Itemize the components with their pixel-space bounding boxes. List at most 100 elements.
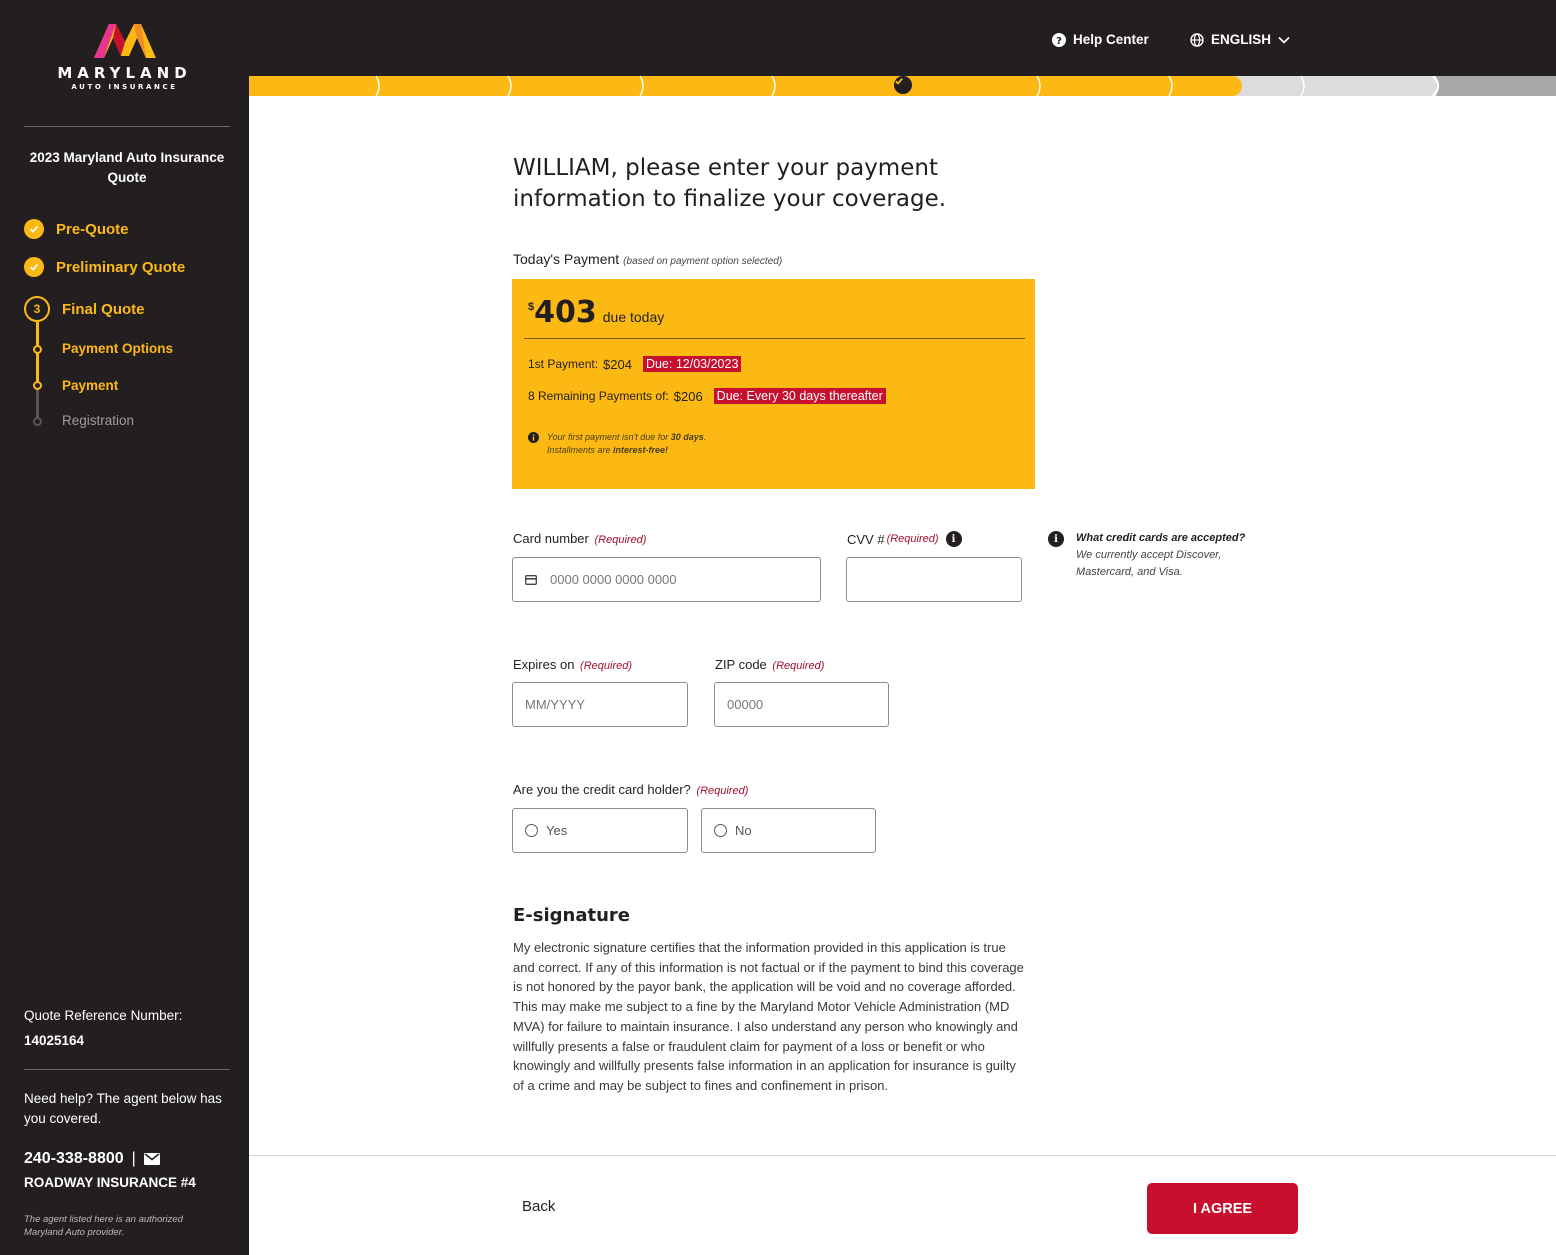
note-text: Installments are (547, 445, 614, 455)
logo-tagline: AUTO INSURANCE (71, 83, 178, 91)
footer-bar (249, 1155, 1556, 1255)
todays-payment-note: (based on payment option selected) (623, 256, 783, 267)
accepted-cards-answer: We currently accept Discover, Mastercard… (1076, 549, 1222, 578)
sidebar-divider (24, 1069, 230, 1070)
check-icon (24, 219, 44, 239)
remaining-payments-row: 8 Remaining Payments of: $206 Due: Every… (528, 388, 886, 404)
note-emphasis: 30 days (670, 432, 704, 442)
card-holder-no-option[interactable]: No (701, 808, 876, 853)
payment-summary-box: $ 403 due today 1st Payment: $204 Due: 1… (512, 279, 1035, 489)
first-payment-label: 1st Payment: (528, 357, 599, 371)
required-tag: (Required) (594, 534, 647, 546)
agent-disclaimer: The agent listed here is an authorized M… (24, 1214, 183, 1238)
check-icon (24, 257, 44, 277)
field-label-text: Are you the credit card holder? (513, 782, 691, 797)
note-emphasis: interest-free! (613, 445, 669, 455)
e-signature-text: My electronic signature certifies that t… (513, 940, 1024, 1093)
field-label-text: CVV # (847, 531, 885, 547)
amount-value: 403 (534, 295, 597, 330)
credit-card-icon (525, 574, 537, 585)
step-final-quote[interactable]: 3 Final Quote (24, 296, 145, 322)
remaining-payments-due-badge: Due: Every 30 days thereafter (713, 388, 886, 404)
todays-payment-label: Today's Payment (based on payment option … (513, 251, 782, 267)
field-label-text: Card number (513, 531, 589, 546)
substep-dot (33, 381, 42, 390)
logo-m-mark-icon (93, 24, 156, 58)
note-text: . (703, 432, 707, 442)
progress-track-active (36, 322, 39, 388)
remaining-payments-label: 8 Remaining Payments of: (528, 389, 669, 403)
amount-suffix: due today (602, 309, 665, 325)
expires-on-label: Expires on (Required) (513, 657, 632, 672)
quote-reference-number: 14025164 (24, 1033, 85, 1048)
page-title: WILLIAM, please enter your payment infor… (513, 155, 947, 212)
radio-circle-icon (714, 824, 727, 837)
zip-code-placeholder: 00000 (727, 697, 764, 712)
svg-text:?: ? (1056, 36, 1062, 47)
payment-note-line-1: Your first payment isn't due for 30 days… (547, 431, 706, 444)
required-tag: (Required) (772, 660, 825, 672)
step-pre-quote[interactable]: Pre-Quote (24, 219, 129, 239)
quote-title: 2023 Maryland Auto Insurance Quote (29, 150, 225, 185)
step-preliminary-quote[interactable]: Preliminary Quote (24, 257, 185, 277)
chevron-down-icon (1278, 36, 1290, 44)
cvv-info-icon[interactable]: i (945, 531, 962, 547)
sidebar-divider (24, 126, 230, 127)
zip-code-input[interactable]: 00000 (714, 682, 889, 727)
expires-on-input[interactable]: MM/YYYY (512, 682, 688, 727)
card-number-placeholder: 0000 0000 0000 0000 (550, 572, 677, 587)
language-label: ENGLISH (1211, 32, 1272, 47)
payment-note-line-2: Installments are interest-free! (547, 444, 706, 457)
e-signature-heading: E-signature (513, 905, 630, 926)
substep-dot (33, 345, 42, 354)
expires-on-placeholder: MM/YYYY (525, 697, 585, 712)
zip-code-label: ZIP code (Required) (715, 657, 824, 672)
step-label: Final Quote (62, 300, 145, 318)
card-number-input[interactable]: 0000 0000 0000 0000 (512, 557, 821, 602)
radio-label: Yes (546, 823, 568, 838)
help-center-label: Help Center (1073, 32, 1149, 47)
todays-payment-heading: Today's Payment (513, 251, 620, 267)
substep-payment-options[interactable]: Payment Options (62, 341, 173, 356)
top-bar: ? Help Center ENGLISH (249, 0, 1556, 76)
first-payment-row: 1st Payment: $204 Due: 12/03/2023 (528, 356, 742, 372)
quote-reference-label: Quote Reference Number: (24, 1008, 183, 1023)
step-label: Pre-Quote (56, 220, 129, 238)
agent-phone-link[interactable]: 240-338-8800 (24, 1150, 124, 1168)
step-number: 3 (24, 296, 50, 322)
accepted-cards-question: What credit cards are accepted? (1076, 532, 1246, 544)
agent-name: ROADWAY INSURANCE #4 (24, 1175, 196, 1190)
substep-payment[interactable]: Payment (62, 378, 118, 393)
remaining-payments-value: $206 (673, 388, 703, 404)
card-number-label: Card number (Required) (513, 531, 646, 546)
accepted-cards-note: i What credit cards are accepted? We cur… (1048, 530, 1276, 581)
card-holder-yes-option[interactable]: Yes (512, 808, 688, 853)
card-holder-question: Are you the credit card holder? (Require… (513, 782, 748, 797)
language-selector[interactable]: ENGLISH (1190, 32, 1290, 47)
radio-label: No (735, 823, 752, 838)
email-icon[interactable] (143, 1153, 160, 1165)
agent-separator: | (131, 1150, 136, 1167)
i-agree-button[interactable]: I AGREE (1147, 1183, 1298, 1234)
note-text: Your first payment isn't due for (547, 432, 671, 442)
sidebar: MARYLAND AUTO INSURANCE 2023 Maryland Au… (0, 0, 249, 1255)
step-label: Preliminary Quote (56, 258, 186, 276)
progress-check-icon (894, 76, 912, 94)
required-tag: (Required) (696, 785, 749, 797)
field-label-text: ZIP code (715, 657, 767, 672)
field-label-text: Expires on (513, 657, 575, 672)
agent-help-text: Need help? The agent below has you cover… (24, 1091, 222, 1126)
maryland-auto-insurance-logo[interactable]: MARYLAND AUTO INSURANCE (0, 22, 249, 91)
payment-info-note: Your first payment isn't due for 30 days… (528, 431, 706, 457)
first-payment-value: $204 (603, 356, 632, 372)
logo-wordmark: MARYLAND (57, 64, 192, 82)
agent-contact: 240-338-8800 | (24, 1150, 160, 1168)
required-tag: (Required) (580, 660, 633, 672)
amount-due: $ 403 due today (528, 297, 664, 329)
help-center-link[interactable]: ? Help Center (1052, 32, 1149, 47)
question-circle-icon: ? (1052, 32, 1066, 47)
radio-circle-icon (525, 824, 538, 837)
back-button[interactable]: Back (522, 1198, 555, 1215)
cvv-input[interactable] (846, 557, 1022, 602)
substep-registration: Registration (62, 413, 135, 428)
